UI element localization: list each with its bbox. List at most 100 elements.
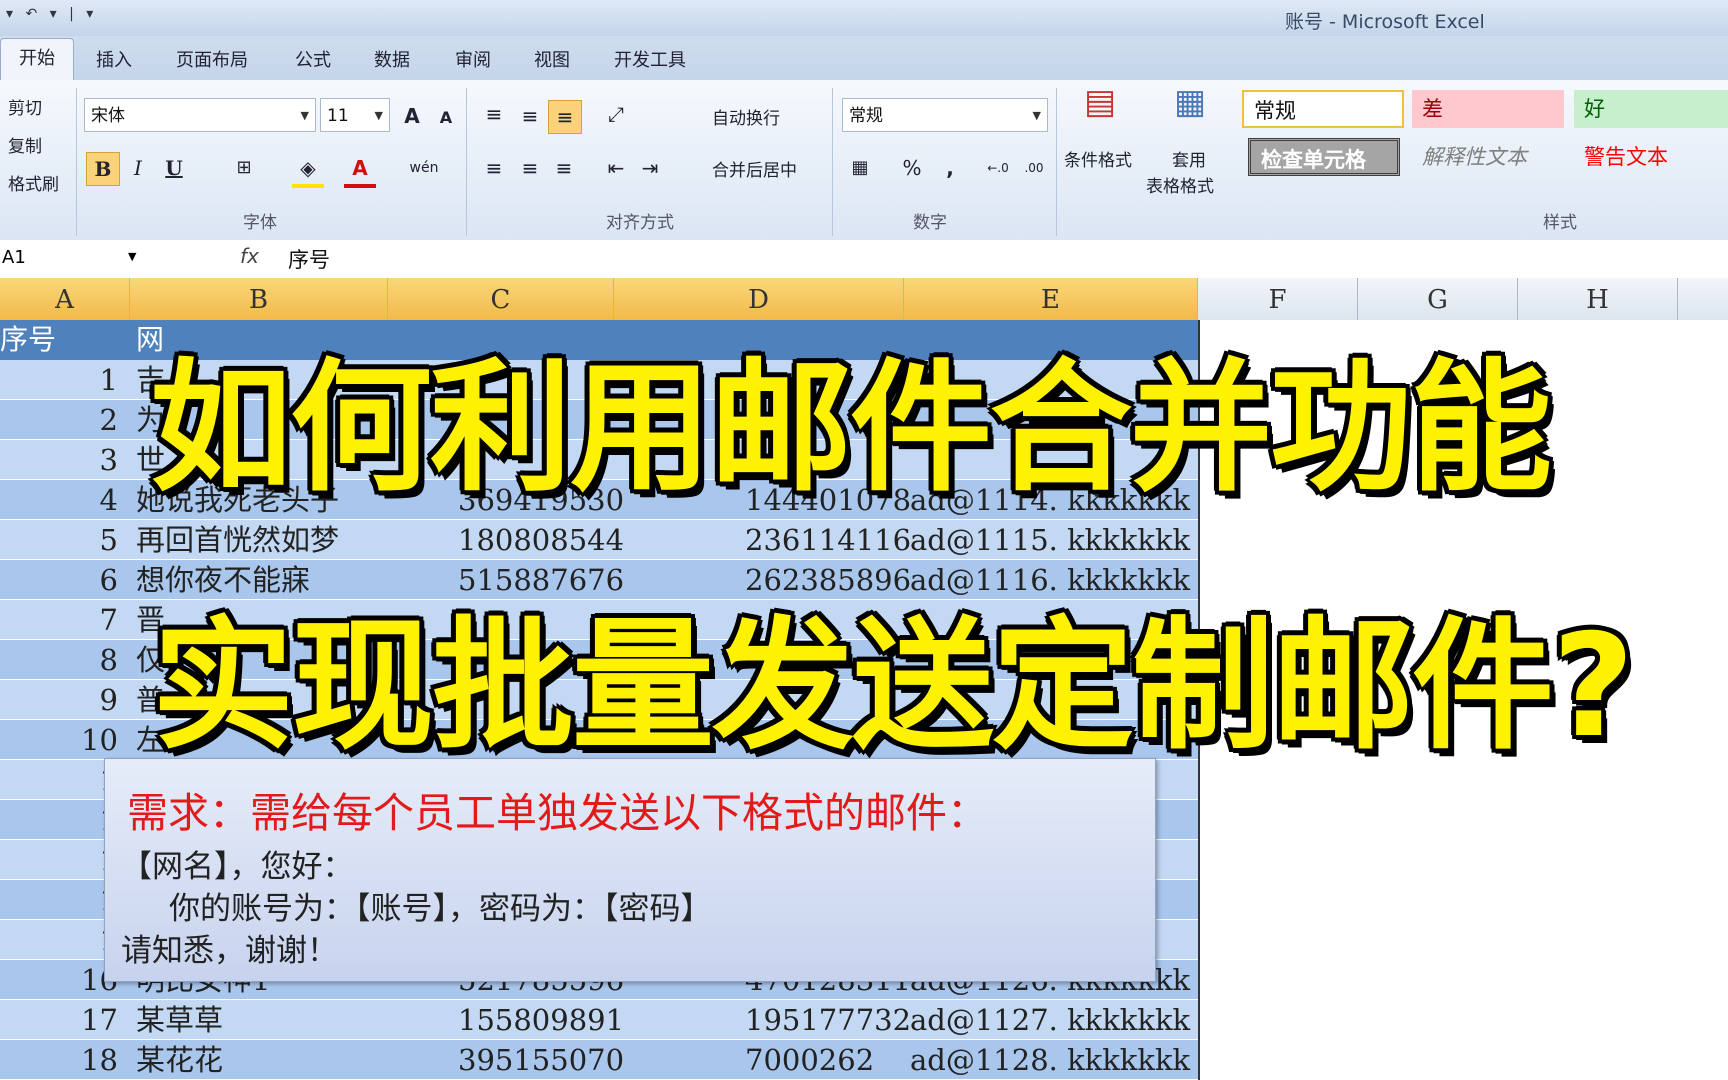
font-name-value: 宋体 — [91, 106, 125, 126]
style-check-cell[interactable]: 检查单元格 — [1248, 138, 1400, 176]
cell-e[interactable]: ad@1127. kkkkkkk — [910, 1000, 1190, 1040]
align-bottom-icon[interactable]: ≡ — [548, 100, 582, 134]
font-color-button[interactable]: A — [344, 152, 376, 188]
styles-group-label: 样式 — [1543, 213, 1577, 233]
table-row: 17 某草草 155809891 195177732 ad@1127. kkkkkkk — [0, 1000, 1198, 1040]
font-group-label: 字体 — [243, 213, 277, 233]
merge-center-button[interactable]: 合并后居中 — [712, 156, 797, 181]
number-format-combo[interactable]: 常规 ▼ — [842, 98, 1048, 132]
column-header-a[interactable]: A — [0, 278, 130, 320]
cell-n[interactable]: 9 — [58, 680, 118, 720]
bold-button[interactable]: B — [86, 152, 120, 186]
copy-button[interactable]: 复制 — [8, 132, 42, 157]
note-line-closing: 请知悉，谢谢！ — [121, 933, 338, 969]
cell-b[interactable]: 某草草 — [136, 1000, 223, 1040]
orientation-icon[interactable]: ⤢ — [600, 98, 632, 130]
font-name-combo[interactable]: 宋体 ▼ — [84, 98, 316, 132]
decrease-indent-icon[interactable]: ⇤ — [600, 152, 632, 184]
fill-color-icon[interactable]: ◈ — [292, 152, 324, 188]
chevron-down-icon: ▼ — [300, 109, 309, 122]
cell-b[interactable]: 某花花 — [136, 1040, 223, 1080]
cell-n[interactable]: 8 — [58, 640, 118, 680]
group-separator — [832, 88, 833, 236]
cell-n[interactable]: 4 — [58, 480, 118, 520]
table-row: 18 某花花 395155070 7000262 ad@1128. kkkkkkk — [0, 1040, 1198, 1080]
increase-indent-icon[interactable]: ⇥ — [634, 152, 666, 184]
cell-e[interactable]: ad@1128. kkkkkkk — [910, 1040, 1190, 1080]
note-title: 需求：需给每个员工单独发送以下格式的邮件： — [127, 789, 988, 837]
chevron-down-icon: ▼ — [1032, 109, 1041, 122]
style-bad[interactable]: 差 — [1412, 90, 1564, 128]
cell-n[interactable]: 10 — [58, 720, 118, 760]
phonetic-button[interactable]: wén — [408, 152, 440, 184]
style-warning[interactable]: 警告文本 — [1574, 138, 1728, 176]
cut-button[interactable]: 剪切 — [8, 94, 42, 119]
cell-n[interactable]: 17 — [58, 1000, 118, 1040]
cell-c[interactable]: 180808544 — [458, 520, 624, 560]
cell-d[interactable]: 236114116 — [745, 520, 911, 560]
ribbon-tabs: 开始 插入 页面布局 公式 数据 审阅 视图 开发工具 — [0, 36, 1728, 81]
font-size-value: 11 — [327, 106, 349, 126]
style-normal[interactable]: 常规 — [1242, 90, 1404, 128]
overlay-title-line2: 实现批量发送定制邮件? — [152, 604, 1634, 769]
format-painter-button[interactable]: 格式刷 — [8, 170, 59, 195]
table-format-icon: ▦ — [1173, 82, 1207, 122]
underline-button[interactable]: U — [158, 152, 190, 184]
table-format-button-line1[interactable]: 套用 — [1172, 146, 1206, 171]
align-middle-icon[interactable]: ≡ — [514, 100, 546, 132]
cell-n[interactable]: 2 — [58, 400, 118, 440]
tab-view[interactable]: 视图 — [534, 46, 570, 72]
quick-access-toolbar[interactable]: ▾ ↶ ▾ | ▾ — [6, 6, 97, 22]
tab-page-layout[interactable]: 页面布局 — [176, 46, 248, 72]
cell-n[interactable]: 1 — [58, 360, 118, 400]
comma-button[interactable]: , — [934, 152, 966, 184]
cell-n[interactable]: 7 — [58, 600, 118, 640]
cell-n[interactable]: 6 — [58, 560, 118, 600]
group-separator — [466, 88, 467, 236]
fx-icon[interactable]: fx — [240, 244, 259, 268]
currency-icon[interactable]: ▦ — [844, 152, 876, 184]
cell-n[interactable]: 3 — [58, 440, 118, 480]
tab-formulas[interactable]: 公式 — [295, 46, 331, 72]
wrap-text-button[interactable]: 自动换行 — [712, 104, 780, 129]
cell-b[interactable]: 再回首恍然如梦 — [136, 520, 339, 560]
cell-n[interactable]: 5 — [58, 520, 118, 560]
cell-e[interactable]: ad@1115. kkkkkkk — [910, 520, 1190, 560]
tab-developer[interactable]: 开发工具 — [614, 46, 686, 72]
style-explanatory[interactable]: 解释性文本 — [1412, 138, 1564, 176]
tab-data[interactable]: 数据 — [374, 46, 410, 72]
table-format-button-line2[interactable]: 表格格式 — [1146, 172, 1214, 197]
increase-decimal-button[interactable]: ←.0 — [982, 152, 1014, 184]
formula-input[interactable]: 序号 — [288, 244, 330, 274]
tab-home[interactable]: 开始 — [0, 38, 74, 81]
chevron-down-icon: ▼ — [374, 109, 383, 122]
tab-insert[interactable]: 插入 — [96, 46, 132, 72]
border-icon[interactable]: ⊞ — [228, 152, 260, 184]
table-row: 5 再回首恍然如梦 180808544 236114116 ad@1115. kkkkk… — [0, 520, 1198, 560]
grow-font-button[interactable]: A — [396, 100, 428, 132]
italic-button[interactable]: I — [122, 152, 154, 184]
align-center-icon[interactable]: ≡ — [514, 152, 546, 184]
tab-review[interactable]: 审阅 — [455, 46, 491, 72]
align-top-icon[interactable]: ≡ — [478, 98, 510, 130]
percent-button[interactable]: % — [896, 152, 928, 184]
title-bar: ▾ ↶ ▾ | ▾ 账号 - Microsoft Excel — [0, 0, 1728, 36]
decrease-decimal-button[interactable]: .00 — [1018, 152, 1050, 184]
align-right-icon[interactable]: ≡ — [548, 152, 580, 184]
cell-c[interactable]: 155809891 — [458, 1000, 624, 1040]
name-box[interactable]: A1 — [0, 243, 142, 273]
window-title: 账号 - Microsoft Excel — [1285, 11, 1485, 33]
requirement-note: 需求：需给每个员工单独发送以下格式的邮件： 【网名】，您好： 你的账号为：【账号… — [104, 758, 1156, 982]
shrink-font-button[interactable]: A — [430, 102, 462, 134]
cell-d[interactable]: 7000262 — [745, 1040, 874, 1080]
style-good[interactable]: 好 — [1574, 90, 1728, 128]
align-left-icon[interactable]: ≡ — [478, 152, 510, 184]
header-cell-a[interactable]: 序号 — [0, 320, 56, 360]
group-separator — [76, 88, 77, 236]
chevron-down-icon[interactable]: ▼ — [128, 250, 136, 263]
conditional-format-button[interactable]: 条件格式 — [1064, 146, 1132, 171]
font-size-combo[interactable]: 11 ▼ — [320, 98, 390, 132]
cell-n[interactable]: 18 — [58, 1040, 118, 1080]
cell-d[interactable]: 195177732 — [745, 1000, 911, 1040]
cell-c[interactable]: 395155070 — [458, 1040, 624, 1080]
